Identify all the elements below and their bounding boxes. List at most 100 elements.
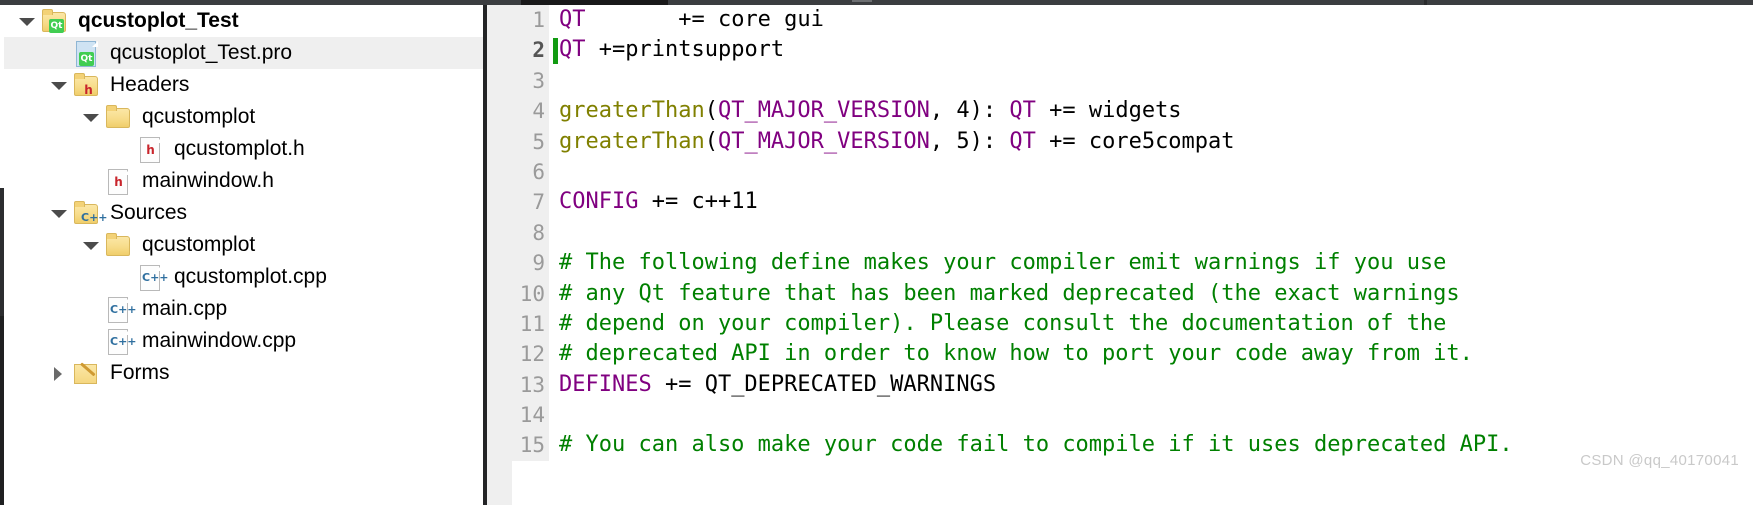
tree-indent-spacer <box>4 357 46 389</box>
code-line[interactable]: 2 QT +=printsupport <box>487 35 1753 66</box>
code-token-plain: ( <box>704 128 718 154</box>
code-line[interactable]: 8 <box>487 217 1753 249</box>
twisty-spacer <box>78 325 104 357</box>
code-line[interactable]: 9 # The following define makes your compi… <box>487 248 1753 279</box>
code-line[interactable]: 3 <box>487 65 1753 97</box>
code-token-var: QT <box>559 7 586 32</box>
tree-item-main-cpp[interactable]: C++ main.cpp <box>4 293 483 325</box>
tree-item-label: qcustoplot_Test.pro <box>110 41 293 64</box>
tree-indent-spacer <box>4 5 14 37</box>
chevron-down-icon[interactable] <box>78 101 104 133</box>
tree-item-label: qcustoplot_Test <box>78 9 239 32</box>
code-line[interactable]: 15 # You can also make your code fail to … <box>487 430 1753 461</box>
chevron-down-icon[interactable] <box>46 197 72 229</box>
code-token-var: DEFINES <box>559 371 652 397</box>
tree-item-headers[interactable]: h Headers <box>4 69 483 101</box>
tree-item-mainwindow-cpp[interactable]: C++ mainwindow.cpp <box>4 325 483 357</box>
tree-item-label: qcustomplot.cpp <box>174 265 327 288</box>
folder-icon <box>104 104 134 130</box>
twisty-spacer <box>110 133 136 165</box>
tab-indicator <box>852 0 872 2</box>
line-number: 14 <box>487 400 549 431</box>
code-token-var: CONFIG <box>559 189 639 215</box>
line-number: 9 <box>487 248 549 279</box>
line-number: 1 <box>487 5 549 36</box>
code-token-cmt: # The following define makes your compil… <box>559 250 1447 276</box>
tree-item-label: qcustomplot.h <box>174 137 305 160</box>
code-token-fn: greaterThan <box>559 98 705 124</box>
tree-item-qcustomplot-cpp[interactable]: C++ qcustomplot.cpp <box>4 261 483 293</box>
code-line[interactable]: 7 CONFIG += c++11 <box>487 187 1753 218</box>
code-line[interactable]: 13 DEFINES += QT_DEPRECATED_WARNINGS <box>487 369 1753 401</box>
twisty-spacer <box>110 261 136 293</box>
code-token-var: QT <box>1009 128 1036 154</box>
tree-indent-spacer <box>4 325 78 357</box>
tree-item-label: Forms <box>110 361 170 384</box>
code-token-var: QT <box>1009 98 1036 124</box>
tree-item-label: qcustomplot <box>142 105 256 128</box>
tree-indent-spacer <box>4 69 46 101</box>
code-editor[interactable]: 1 QT += core gui 2 QT +=printsupport 3 4 great… <box>483 5 1753 505</box>
code-token-plain: , 4): <box>929 98 1010 124</box>
code-line-text: QT +=printsupport <box>559 35 784 65</box>
code-line-text: # deprecated API in order to know how to… <box>559 339 1473 369</box>
line-number: 3 <box>487 65 549 97</box>
h-file-icon: h <box>136 136 166 163</box>
twisty-spacer <box>78 293 104 325</box>
code-content[interactable]: 1 QT += core gui 2 QT +=printsupport 3 4 great… <box>487 5 1753 505</box>
qt-folder-icon: Qt <box>40 8 70 34</box>
project-explorer[interactable]: Qt qcustoplot_Test Qt qcustoplot_Test.pro h H… <box>4 5 483 505</box>
line-number: 2 <box>487 35 549 66</box>
ide-window: Qt qcustoplot_Test Qt qcustoplot_Test.pro h H… <box>0 0 1753 505</box>
tree-indent-spacer <box>4 197 46 229</box>
code-token-cmt: # depend on your compiler). Please consu… <box>559 310 1447 336</box>
line-number: 12 <box>487 339 549 370</box>
chevron-down-icon[interactable] <box>14 5 40 37</box>
tree-item-qcustomplot[interactable]: qcustomplot <box>4 229 483 261</box>
tree-item-qcustomplot[interactable]: qcustomplot <box>4 101 483 133</box>
code-line[interactable]: 5 greaterThan(QT_MAJOR_VERSION, 5): QT +=… <box>487 126 1753 157</box>
tree-item-mainwindow-h[interactable]: h mainwindow.h <box>4 165 483 197</box>
code-token-cmt: # any Qt feature that has been marked de… <box>559 280 1460 306</box>
chevron-down-icon[interactable] <box>46 69 72 101</box>
code-token-var: QT <box>559 37 586 63</box>
tree-indent-spacer <box>4 229 78 261</box>
code-line-text: # depend on your compiler). Please consu… <box>559 309 1446 339</box>
tree-indent-spacer <box>4 37 46 69</box>
line-number: 5 <box>487 126 549 157</box>
tree-indent-spacer <box>4 261 110 293</box>
code-line[interactable]: 10 # any Qt feature that has been marked … <box>487 278 1753 309</box>
tree-item-qcustoplot-test-pro[interactable]: Qt qcustoplot_Test.pro <box>4 37 483 69</box>
twisty-spacer <box>78 165 104 197</box>
line-number: 13 <box>487 369 549 401</box>
code-line-text: # The following define makes your compil… <box>559 248 1446 278</box>
code-line-text: CONFIG += c++11 <box>559 187 758 217</box>
tree-item-sources[interactable]: C++ Sources <box>4 197 483 229</box>
code-token-plain: ( <box>704 98 718 124</box>
code-token-plain: += core gui <box>585 7 824 32</box>
code-line-text: DEFINES += QT_DEPRECATED_WARNINGS <box>559 370 996 400</box>
line-number: 6 <box>487 156 549 188</box>
code-line[interactable]: 12 # deprecated API in order to know how … <box>487 339 1753 370</box>
qt-pro-file-icon: Qt <box>72 40 102 67</box>
code-token-fn: greaterThan <box>559 128 705 154</box>
line-number: 7 <box>487 187 549 218</box>
line-number: 11 <box>487 308 549 340</box>
tree-item-label: mainwindow.h <box>142 169 274 192</box>
code-token-plain: , 5): <box>929 128 1010 154</box>
code-line[interactable]: 1 QT += core gui <box>487 5 1753 36</box>
code-line[interactable]: 4 greaterThan(QT_MAJOR_VERSION, 4): QT +=… <box>487 96 1753 127</box>
code-line[interactable]: 6 <box>487 156 1753 188</box>
code-token-var: QT_MAJOR_VERSION <box>717 98 930 124</box>
tree-item-qcustomplot-h[interactable]: h qcustomplot.h <box>4 133 483 165</box>
code-line[interactable]: 11 # depend on your compiler). Please con… <box>487 308 1753 340</box>
headers-folder-icon: h <box>72 72 102 98</box>
chevron-down-icon[interactable] <box>78 229 104 261</box>
code-line[interactable]: 14 <box>487 400 1753 431</box>
chevron-right-icon[interactable] <box>46 357 72 389</box>
tree-item-forms[interactable]: Forms <box>4 357 483 389</box>
text-cursor <box>553 38 558 65</box>
cpp-file-icon: C++ <box>104 296 137 323</box>
tree-item-qcustoplot-test[interactable]: Qt qcustoplot_Test <box>4 5 483 37</box>
tree-indent-spacer <box>4 101 78 133</box>
